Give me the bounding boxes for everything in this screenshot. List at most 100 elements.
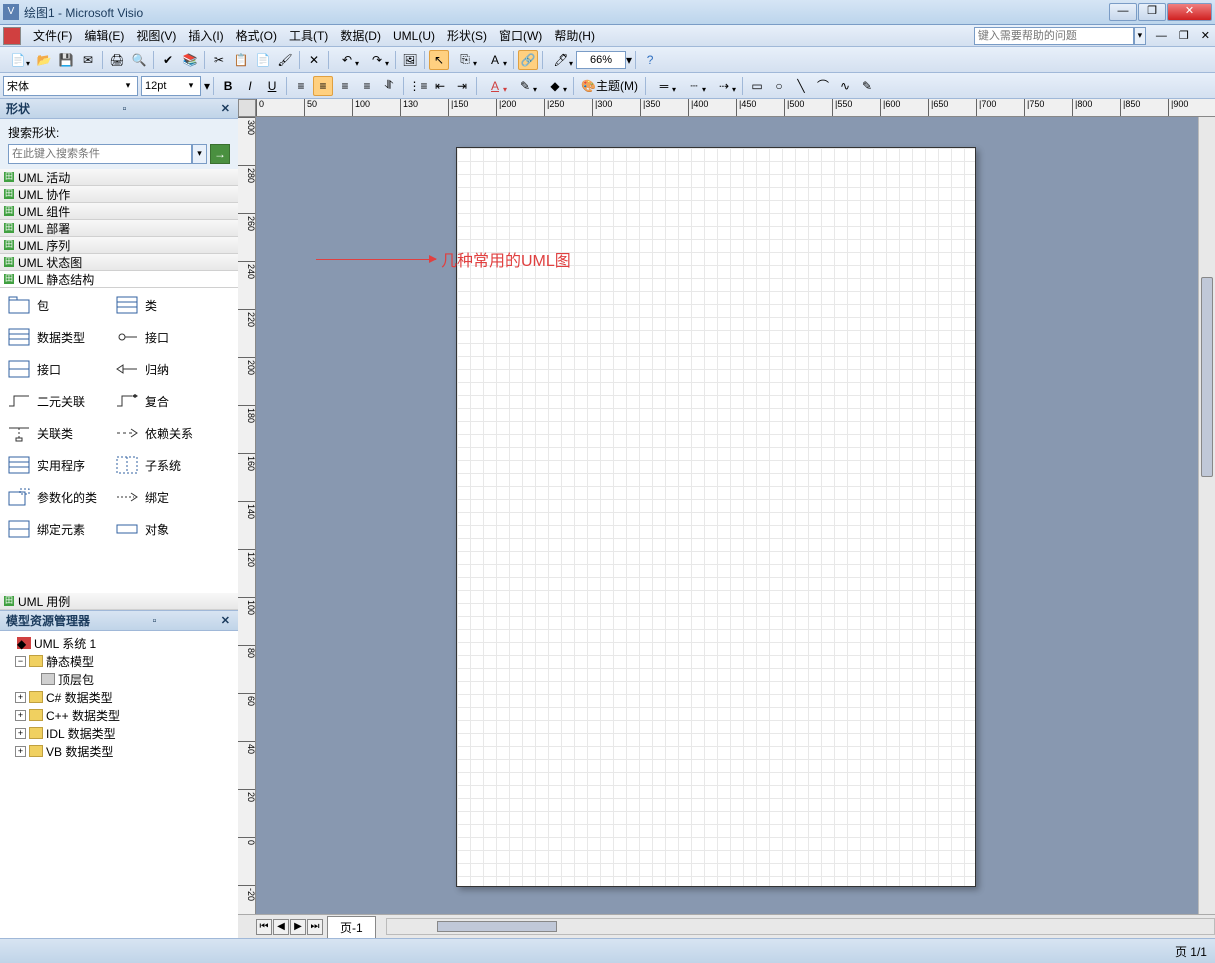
maximize-button[interactable]: ❐ <box>1138 3 1166 21</box>
model-panel-window-button[interactable]: ▫ <box>150 615 158 627</box>
rectangle-tool-button[interactable]: ▭ <box>747 76 767 96</box>
drawing-canvas[interactable]: 几种常用的UML图 <box>256 117 1215 914</box>
theme-button[interactable]: 🎨主题(M) <box>577 77 642 94</box>
print-preview-button[interactable]: 🔍 <box>129 50 149 70</box>
page-tab-1[interactable]: 页-1 <box>327 916 376 938</box>
shape-bound-element[interactable]: 绑定元素 <box>5 517 113 541</box>
align-center-button[interactable]: ≡ <box>313 76 333 96</box>
hscroll-thumb[interactable] <box>437 921 557 932</box>
font-name-combo[interactable]: 宋体▾ <box>3 76 138 96</box>
tab-nav-first[interactable]: ⏮ <box>256 919 272 935</box>
shape-object[interactable]: 对象 <box>113 517 221 541</box>
stencil-uml-collaboration[interactable]: 田UML 协作 <box>0 186 238 203</box>
align-left-button[interactable]: ≡ <box>291 76 311 96</box>
menu-data[interactable]: 数据(D) <box>334 25 387 46</box>
menu-insert[interactable]: 插入(I) <box>182 25 229 46</box>
shapes-search-dropdown[interactable]: ▾ <box>192 144 207 164</box>
print-button[interactable]: 🖨 <box>107 50 127 70</box>
shapes-search-input[interactable] <box>8 144 192 164</box>
minimize-button[interactable]: — <box>1109 3 1137 21</box>
stencil-uml-component[interactable]: 田UML 组件 <box>0 203 238 220</box>
line-weight-button[interactable]: ═ <box>650 76 678 96</box>
stencil-uml-statechart[interactable]: 田UML 状态图 <box>0 254 238 271</box>
doc-restore-button[interactable]: ❐ <box>1177 29 1191 42</box>
menu-view[interactable]: 视图(V) <box>130 25 182 46</box>
menu-help[interactable]: 帮助(H) <box>548 25 601 46</box>
tab-nav-next[interactable]: ▶ <box>290 919 306 935</box>
shape-association[interactable]: 二元关联 <box>5 389 113 413</box>
shape-subsystem[interactable]: 子系统 <box>113 453 221 477</box>
italic-button[interactable]: I <box>240 76 260 96</box>
tree-idl[interactable]: +IDL 数据类型 <box>3 724 235 742</box>
shapes-panel-close-button[interactable]: ✕ <box>219 102 232 115</box>
shape-class[interactable]: 类 <box>113 293 221 317</box>
shape-interface2[interactable]: 接口 <box>5 357 113 381</box>
menu-format[interactable]: 格式(O) <box>230 25 283 46</box>
menu-uml[interactable]: UML(U) <box>387 27 441 45</box>
stencil-uml-deployment[interactable]: 田UML 部署 <box>0 220 238 237</box>
shape-association-class[interactable]: 关联类 <box>5 421 113 445</box>
stencil-uml-usecase[interactable]: 田UML 用例 <box>0 593 238 610</box>
menu-window[interactable]: 窗口(W) <box>493 25 548 46</box>
menu-shape[interactable]: 形状(S) <box>441 25 493 46</box>
visio-doc-icon[interactable] <box>3 27 21 45</box>
help-search-dropdown[interactable]: ▾ <box>1134 27 1146 45</box>
menu-tools[interactable]: 工具(T) <box>283 25 334 46</box>
format-painter-button[interactable]: 🖌 <box>275 50 295 70</box>
doc-minimize-button[interactable]: — <box>1154 30 1169 42</box>
tab-nav-last[interactable]: ⏭ <box>307 919 323 935</box>
pointer-tool-button[interactable]: ↖ <box>429 50 449 70</box>
shape-utility[interactable]: 实用程序 <box>5 453 113 477</box>
shape-generalization[interactable]: 归纳 <box>113 357 221 381</box>
email-button[interactable]: ✉ <box>78 50 98 70</box>
spellcheck-button[interactable]: ✔ <box>158 50 178 70</box>
vertical-text-button[interactable]: ⥯ <box>379 76 399 96</box>
text-tool-button[interactable]: A <box>481 50 509 70</box>
delete-button[interactable]: ✕ <box>304 50 324 70</box>
tree-static-model[interactable]: −静态模型 <box>3 652 235 670</box>
bold-button[interactable]: B <box>218 76 238 96</box>
stencil-uml-sequence[interactable]: 田UML 序列 <box>0 237 238 254</box>
shape-datatype[interactable]: 数据类型 <box>5 325 113 349</box>
shapes-search-go-button[interactable]: → <box>210 144 230 164</box>
shapes-panel-window-button[interactable]: ▫ <box>120 103 128 115</box>
open-button[interactable]: 📂 <box>34 50 54 70</box>
copy-button[interactable]: 📋 <box>231 50 251 70</box>
cut-button[interactable]: ✂ <box>209 50 229 70</box>
align-right-button[interactable]: ≡ <box>335 76 355 96</box>
redo-button[interactable]: ↷ <box>363 50 391 70</box>
decrease-indent-button[interactable]: ⇤ <box>430 76 450 96</box>
help-search-input[interactable] <box>974 27 1134 45</box>
menu-edit[interactable]: 编辑(E) <box>78 25 130 46</box>
shape-interface[interactable]: 接口 <box>113 325 221 349</box>
tree-top-package[interactable]: 顶层包 <box>3 670 235 688</box>
research-button[interactable]: 📚 <box>180 50 200 70</box>
shape-param-class[interactable]: 参数化的类 <box>5 485 113 509</box>
pencil-tool-button[interactable]: ✎ <box>857 76 877 96</box>
new-button[interactable]: 📄 <box>4 50 32 70</box>
underline-button[interactable]: U <box>262 76 282 96</box>
line-color-button[interactable]: ✎ <box>511 76 539 96</box>
bullets-button[interactable]: ⋮≡ <box>408 76 428 96</box>
shape-package[interactable]: 包 <box>5 293 113 317</box>
menu-file[interactable]: 文件(F) <box>27 25 78 46</box>
line-pattern-button[interactable]: ┈ <box>680 76 708 96</box>
zoom-dropdown[interactable]: ▾ <box>626 53 632 67</box>
close-button[interactable]: ✕ <box>1167 3 1212 21</box>
line-ends-button[interactable]: ⇢ <box>710 76 738 96</box>
model-panel-close-button[interactable]: ✕ <box>219 614 232 627</box>
ellipse-tool-button[interactable]: ○ <box>769 76 789 96</box>
shape-composition[interactable]: 复合 <box>113 389 221 413</box>
save-button[interactable]: 💾 <box>56 50 76 70</box>
tree-csharp[interactable]: +C# 数据类型 <box>3 688 235 706</box>
connector-tool-button[interactable]: ⎘ <box>451 50 479 70</box>
doc-close-button[interactable]: ✕ <box>1199 29 1212 42</box>
horizontal-scrollbar[interactable] <box>386 918 1215 935</box>
stencil-uml-static[interactable]: 田UML 静态结构 <box>0 271 238 288</box>
scrollbar-thumb[interactable] <box>1201 277 1213 477</box>
align-justify-button[interactable]: ≡ <box>357 76 377 96</box>
auto-connect-button[interactable]: 🔗 <box>518 50 538 70</box>
font-color-button[interactable]: A <box>481 76 509 96</box>
freeform-tool-button[interactable]: ∿ <box>835 76 855 96</box>
font-size-combo[interactable]: 12pt▾ <box>141 76 201 96</box>
